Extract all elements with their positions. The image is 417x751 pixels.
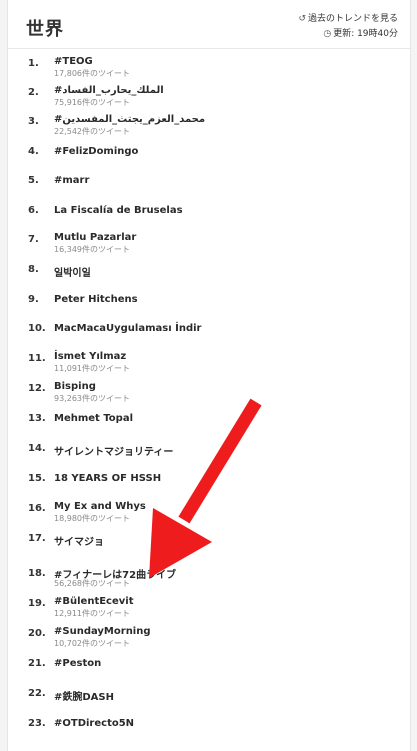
trend-name-link[interactable]: #Peston: [54, 658, 101, 669]
tweet-count: 16,349件のツイート: [54, 245, 130, 254]
past-trends-label: 過去のトレンドを見る: [307, 14, 398, 24]
trend-rank: 10.: [28, 323, 46, 334]
trend-item[interactable]: 17. サイマジョ: [8, 533, 410, 559]
trend-item[interactable]: 12. Bisping 93,263件のツイート: [8, 381, 410, 409]
trend-name-link[interactable]: MacMacaUygulaması İndir: [54, 323, 201, 334]
trend-name-link[interactable]: #鉄腕DASH: [54, 688, 114, 703]
tweet-count: 56,268件のツイート: [54, 579, 130, 588]
trend-item[interactable]: 1. #TEOG 17,806件のツイート: [8, 56, 410, 84]
trend-rank: 22.: [28, 688, 46, 699]
tweet-count: 17,806件のツイート: [54, 69, 130, 78]
trend-name-link[interactable]: #الملك_يحارب_الفساد: [54, 85, 164, 96]
tweet-count: 18,980件のツイート: [54, 514, 130, 523]
trend-item[interactable]: 5. #marr: [8, 175, 410, 201]
trend-name-link[interactable]: Mehmet Topal: [54, 413, 133, 424]
trend-item[interactable]: 23. #OTDirecto5N: [8, 718, 410, 744]
trend-item[interactable]: 3. #محمد_العزم_يجتث_المفسدين 22,542件のツイート: [8, 114, 410, 142]
trend-name-link[interactable]: #BülentEcevit: [54, 596, 134, 607]
trend-name-link[interactable]: #SundayMorning: [54, 626, 151, 637]
trend-item[interactable]: 19. #BülentEcevit 12,911件のツイート: [8, 596, 410, 624]
trend-name-link[interactable]: #FelizDomingo: [54, 146, 138, 157]
trend-name-link[interactable]: My Ex and Whys: [54, 501, 146, 512]
trend-rank: 6.: [28, 205, 39, 216]
updated-time: ◷ 更新: 19時40分: [298, 27, 398, 42]
trend-name-link[interactable]: Mutlu Pazarlar: [54, 232, 136, 243]
trend-rank: 13.: [28, 413, 46, 424]
trend-item[interactable]: 21. #Peston: [8, 658, 410, 684]
trend-rank: 19.: [28, 598, 46, 609]
trend-rank: 1.: [28, 58, 39, 69]
trend-rank: 18.: [28, 568, 46, 579]
history-icon: ↺: [298, 14, 306, 24]
trend-rank: 15.: [28, 473, 46, 484]
trend-rank: 9.: [28, 294, 39, 305]
trend-rank: 12.: [28, 383, 46, 394]
trend-rank: 5.: [28, 175, 39, 186]
trend-item[interactable]: 7. Mutlu Pazarlar 16,349件のツイート: [8, 232, 410, 260]
trend-item[interactable]: 13. Mehmet Topal: [8, 413, 410, 439]
trend-item[interactable]: 4. #FelizDomingo: [8, 146, 410, 172]
trend-name-link[interactable]: #TEOG: [54, 56, 93, 67]
trend-rank: 20.: [28, 628, 46, 639]
tweet-count: 22,542件のツイート: [54, 127, 130, 136]
trend-rank: 21.: [28, 658, 46, 669]
trend-rank: 17.: [28, 533, 46, 544]
trend-rank: 8.: [28, 264, 39, 275]
trend-item[interactable]: 20. #SundayMorning 10,702件のツイート: [8, 626, 410, 654]
trends-panel: 世界 ↺ 過去のトレンドを見る ◷ 更新: 19時40分 1. #TEOG 17,806…: [7, 0, 411, 751]
trend-name-link[interactable]: サイマジョ: [54, 533, 104, 548]
trend-name-link[interactable]: La Fiscalía de Bruselas: [54, 205, 183, 216]
tweet-count: 12,911件のツイート: [54, 609, 130, 618]
trend-item[interactable]: 16. My Ex and Whys 18,980件のツイート: [8, 501, 410, 529]
trend-rank: 3.: [28, 116, 39, 127]
trend-item[interactable]: 6. La Fiscalía de Bruselas: [8, 205, 410, 231]
trend-item[interactable]: 11. İsmet Yılmaz 11,091件のツイート: [8, 351, 410, 379]
header-links: ↺ 過去のトレンドを見る ◷ 更新: 19時40分: [298, 12, 398, 42]
trend-rank: 23.: [28, 718, 46, 729]
trend-item[interactable]: 2. #الملك_يحارب_الفساد 75,916件のツイート: [8, 85, 410, 113]
trend-item[interactable]: 8. 일박이일: [8, 264, 410, 290]
trend-item[interactable]: 15. 18 YEARS OF HSSH: [8, 473, 410, 499]
updated-label: 更新: 19時40分: [333, 29, 398, 39]
trend-name-link[interactable]: 18 YEARS OF HSSH: [54, 473, 161, 484]
trend-name-link[interactable]: İsmet Yılmaz: [54, 351, 126, 362]
trend-rank: 14.: [28, 443, 46, 454]
trend-item[interactable]: 9. Peter Hitchens: [8, 294, 410, 320]
trend-name-link[interactable]: Bisping: [54, 381, 96, 392]
tweet-count: 11,091件のツイート: [54, 364, 130, 373]
past-trends-link[interactable]: ↺ 過去のトレンドを見る: [298, 12, 398, 27]
tweet-count: 75,916件のツイート: [54, 98, 130, 107]
tweet-count: 93,263件のツイート: [54, 394, 130, 403]
trend-name-link[interactable]: #OTDirecto5N: [54, 718, 134, 729]
page-title: 世界: [26, 19, 64, 40]
trend-item[interactable]: 22. #鉄腕DASH: [8, 688, 410, 714]
trends-header: 世界 ↺ 過去のトレンドを見る ◷ 更新: 19時40分: [8, 0, 410, 49]
trend-rank: 2.: [28, 87, 39, 98]
trend-rank: 4.: [28, 146, 39, 157]
trend-name-link[interactable]: Peter Hitchens: [54, 294, 138, 305]
trend-name-link[interactable]: #محمد_العزم_يجتث_المفسدين: [54, 114, 205, 125]
trend-name-link[interactable]: サイレントマジョリティー: [54, 443, 173, 458]
trend-item[interactable]: 14. サイレントマジョリティー: [8, 443, 410, 469]
trend-item[interactable]: 18. #フィナーレは72曲ライブ 56,268件のツイート: [8, 568, 410, 594]
clock-icon: ◷: [323, 29, 332, 39]
trend-name-link[interactable]: 일박이일: [54, 264, 91, 279]
trend-rank: 11.: [28, 353, 46, 364]
tweet-count: 10,702件のツイート: [54, 639, 130, 648]
trend-item[interactable]: 10. MacMacaUygulaması İndir: [8, 323, 410, 349]
trend-rank: 16.: [28, 503, 46, 514]
trend-name-link[interactable]: #marr: [54, 175, 89, 186]
trend-rank: 7.: [28, 234, 39, 245]
